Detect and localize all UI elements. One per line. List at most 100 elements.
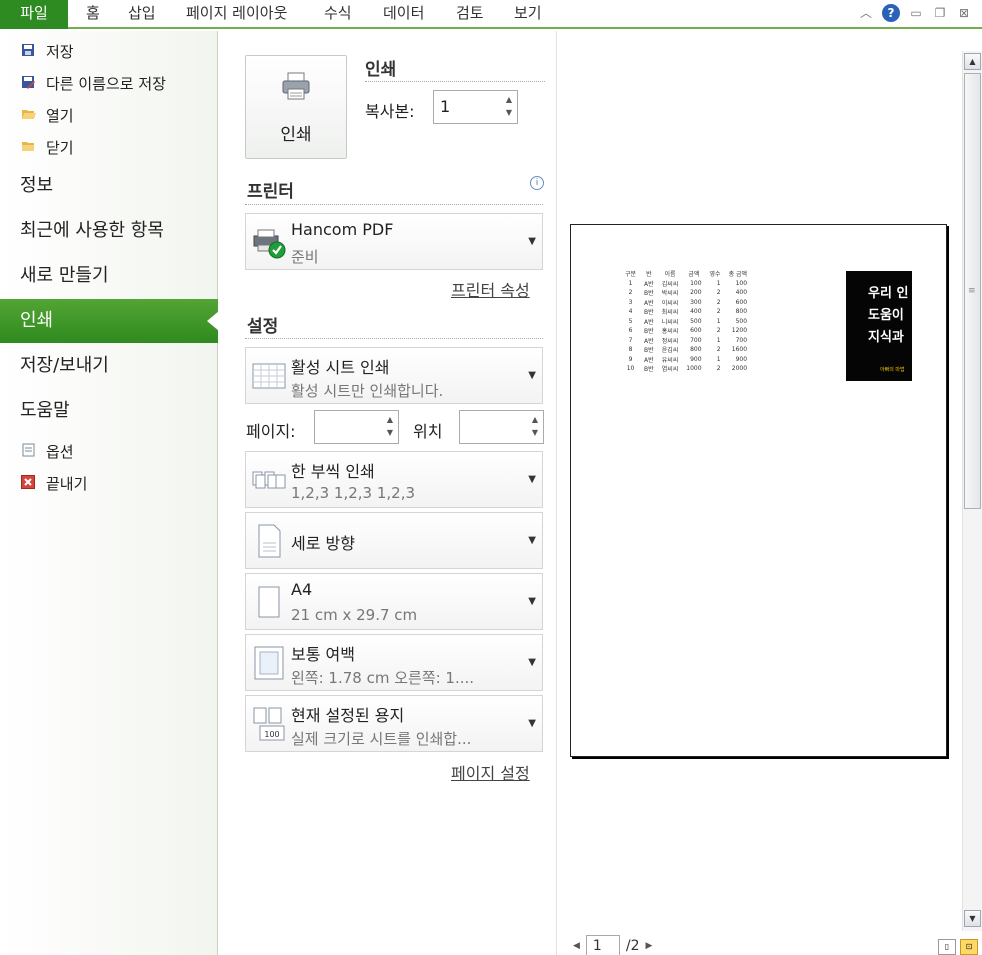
- restore-icon[interactable]: ❐: [932, 5, 948, 21]
- table-cell: 2: [716, 365, 721, 373]
- printer-properties-link[interactable]: 프린터 속성: [451, 277, 530, 301]
- chevron-down-icon: ▼: [528, 370, 536, 381]
- paper-size-desc: 21 cm x 29.7 cm: [291, 606, 418, 624]
- tab-page-layout[interactable]: 페이지 레이아웃: [186, 0, 287, 27]
- nav-item-options[interactable]: 옵션: [20, 439, 74, 463]
- stepper-arrows[interactable]: ▲ ▼: [529, 413, 541, 439]
- nav-item-new[interactable]: 새로 만들기: [0, 254, 218, 298]
- table-cell: 2: [716, 308, 721, 316]
- scroll-up-button[interactable]: ▲: [964, 53, 981, 70]
- table-cell: A반: [644, 356, 654, 364]
- nav-item-save-as[interactable]: 다른 이름으로 저장: [20, 71, 166, 95]
- nav-item-print[interactable]: 인쇄: [0, 299, 219, 343]
- tab-file[interactable]: 파일: [0, 0, 68, 29]
- tab-insert[interactable]: 삽입: [128, 0, 156, 27]
- nav-item-label: 옵션: [46, 442, 74, 461]
- next-page-icon[interactable]: ▶: [646, 941, 653, 951]
- table-cell: B반: [644, 309, 654, 317]
- margins-desc: 왼쪽: 1.78 cm 오른쪽: 1....: [291, 669, 475, 687]
- table-cell: 이씨씨: [661, 299, 679, 307]
- current-page-input[interactable]: 1: [585, 935, 620, 955]
- table-cell: 10: [626, 365, 635, 373]
- table-cell: 김씨씨: [661, 280, 679, 288]
- table-cell: 900: [690, 355, 702, 363]
- table-cell: 600: [735, 298, 748, 306]
- print-what-select[interactable]: 활성 시트 인쇄 활성 시트만 인쇄합니다. ▼: [245, 347, 543, 404]
- margins-title: 보통 여백: [291, 645, 355, 664]
- copies-stepper[interactable]: 1 ▲ ▼: [433, 90, 518, 124]
- table-cell: A반: [644, 299, 654, 307]
- table-cell: B반: [644, 366, 654, 374]
- nav-item-label: 끝내기: [46, 474, 88, 493]
- preview-image: 우리 인 도움이 지식과 아빠의 마법: [846, 271, 912, 381]
- printer-select[interactable]: Hancom PDF 준비 ▼: [245, 213, 543, 270]
- table-cell: 염씨씨: [661, 366, 679, 374]
- page-setup-link[interactable]: 페이지 설정: [451, 760, 530, 784]
- print-settings-panel: 인쇄 인쇄 복사본: 1 ▲ ▼ 프린터 i Hancom PDF 준비 ▼ 프린…: [219, 31, 557, 955]
- printer-name: Hancom PDF: [291, 220, 394, 239]
- print-button[interactable]: 인쇄: [245, 55, 347, 159]
- table-cell: 1: [716, 336, 721, 344]
- minimize-icon[interactable]: ▭: [908, 5, 924, 21]
- table-cell: 800: [690, 346, 702, 354]
- margins-icon: [254, 646, 284, 680]
- table-row: 5 A반 니씨씨 500 1 500: [621, 317, 751, 327]
- stepper-arrows[interactable]: ▲ ▼: [384, 413, 396, 439]
- paper-size-select[interactable]: A4 21 cm x 29.7 cm ▼: [245, 573, 543, 630]
- table-cell: 900: [735, 355, 748, 363]
- tab-view[interactable]: 보기: [514, 0, 542, 27]
- nav-item-save[interactable]: 저장: [20, 39, 74, 63]
- close-icon[interactable]: ⊠: [956, 5, 972, 21]
- chevron-down-icon: ▼: [528, 718, 536, 729]
- collate-desc: 1,2,3 1,2,3 1,2,3: [291, 484, 416, 502]
- margins-select[interactable]: 보통 여백 왼쪽: 1.78 cm 오른쪽: 1.... ▼: [245, 634, 543, 691]
- table-cell: 500: [690, 317, 702, 325]
- previous-page-icon[interactable]: ◀: [573, 941, 580, 951]
- orientation-select[interactable]: 세로 방향 ▼: [245, 512, 543, 569]
- show-margins-icon[interactable]: ▯: [938, 939, 956, 955]
- scaling-title: 현재 설정된 용지: [291, 706, 405, 725]
- tab-data[interactable]: 데이터: [383, 0, 424, 27]
- print-section-title: 인쇄: [365, 60, 397, 80]
- nav-item-open[interactable]: 열기: [20, 103, 74, 127]
- pages-to-stepper[interactable]: ▲ ▼: [459, 410, 544, 444]
- scroll-down-button[interactable]: ▼: [964, 910, 981, 927]
- table-cell: 3: [628, 298, 633, 306]
- table-cell: 2: [716, 298, 721, 306]
- preview-page: 구분 반 이름 금액 영수 총 금액 1 A반 김씨씨 100 1 100 2 B반 박씨씨 20…: [570, 224, 947, 757]
- nav-item-help[interactable]: 도움말: [0, 389, 218, 433]
- chevron-up-icon[interactable]: ︿: [858, 5, 874, 21]
- scaling-select[interactable]: 100 현재 설정된 용지 실제 크기로 시트를 인쇄합... ▼: [245, 695, 543, 752]
- table-cell: 200: [690, 289, 702, 297]
- table-cell: 2: [716, 289, 721, 297]
- pages-to-label: 위치: [413, 422, 443, 441]
- info-icon[interactable]: i: [530, 176, 544, 190]
- scaling-icon-text: 100: [264, 730, 279, 739]
- tab-home[interactable]: 홈: [86, 0, 100, 27]
- stepper-arrows[interactable]: ▲ ▼: [503, 93, 515, 119]
- tab-formulas[interactable]: 수식: [324, 0, 352, 27]
- column-header: 구분: [625, 271, 637, 279]
- nav-item-save-send[interactable]: 저장/보내기: [0, 344, 218, 388]
- pages-from-stepper[interactable]: ▲ ▼: [314, 410, 399, 444]
- nav-item-recent[interactable]: 최근에 사용한 항목: [0, 209, 218, 253]
- scaling-desc: 실제 크기로 시트를 인쇄합...: [291, 730, 472, 748]
- zoom-to-page-icon[interactable]: ⊡: [960, 939, 978, 955]
- scroll-thumb[interactable]: ≡: [964, 73, 981, 509]
- nav-item-close[interactable]: 닫기: [20, 135, 74, 159]
- nav-item-exit[interactable]: 끝내기: [20, 471, 87, 495]
- table-header-row: 구분 반 이름 금액 영수 총 금액: [621, 269, 751, 279]
- print-what-desc: 활성 시트만 인쇄합니다.: [291, 382, 444, 400]
- nav-item-label: 닫기: [46, 138, 74, 157]
- help-icon[interactable]: ?: [882, 4, 900, 22]
- table-row: 3 A반 이씨씨 300 2 600: [621, 298, 751, 308]
- preview-view-buttons: ▯ ⊡: [938, 939, 978, 955]
- nav-item-label: 다른 이름으로 저장: [46, 74, 166, 93]
- collate-select[interactable]: 한 부씩 인쇄 1,2,3 1,2,3 1,2,3 ▼: [245, 451, 543, 508]
- printer-section-title: 프린터: [247, 182, 294, 202]
- copies-label: 복사본:: [365, 102, 415, 121]
- tab-review[interactable]: 검토: [456, 0, 484, 27]
- vertical-scrollbar[interactable]: ▲ ≡ ▼: [962, 51, 982, 931]
- table-cell: 700: [690, 336, 702, 344]
- nav-item-info[interactable]: 정보: [0, 164, 218, 208]
